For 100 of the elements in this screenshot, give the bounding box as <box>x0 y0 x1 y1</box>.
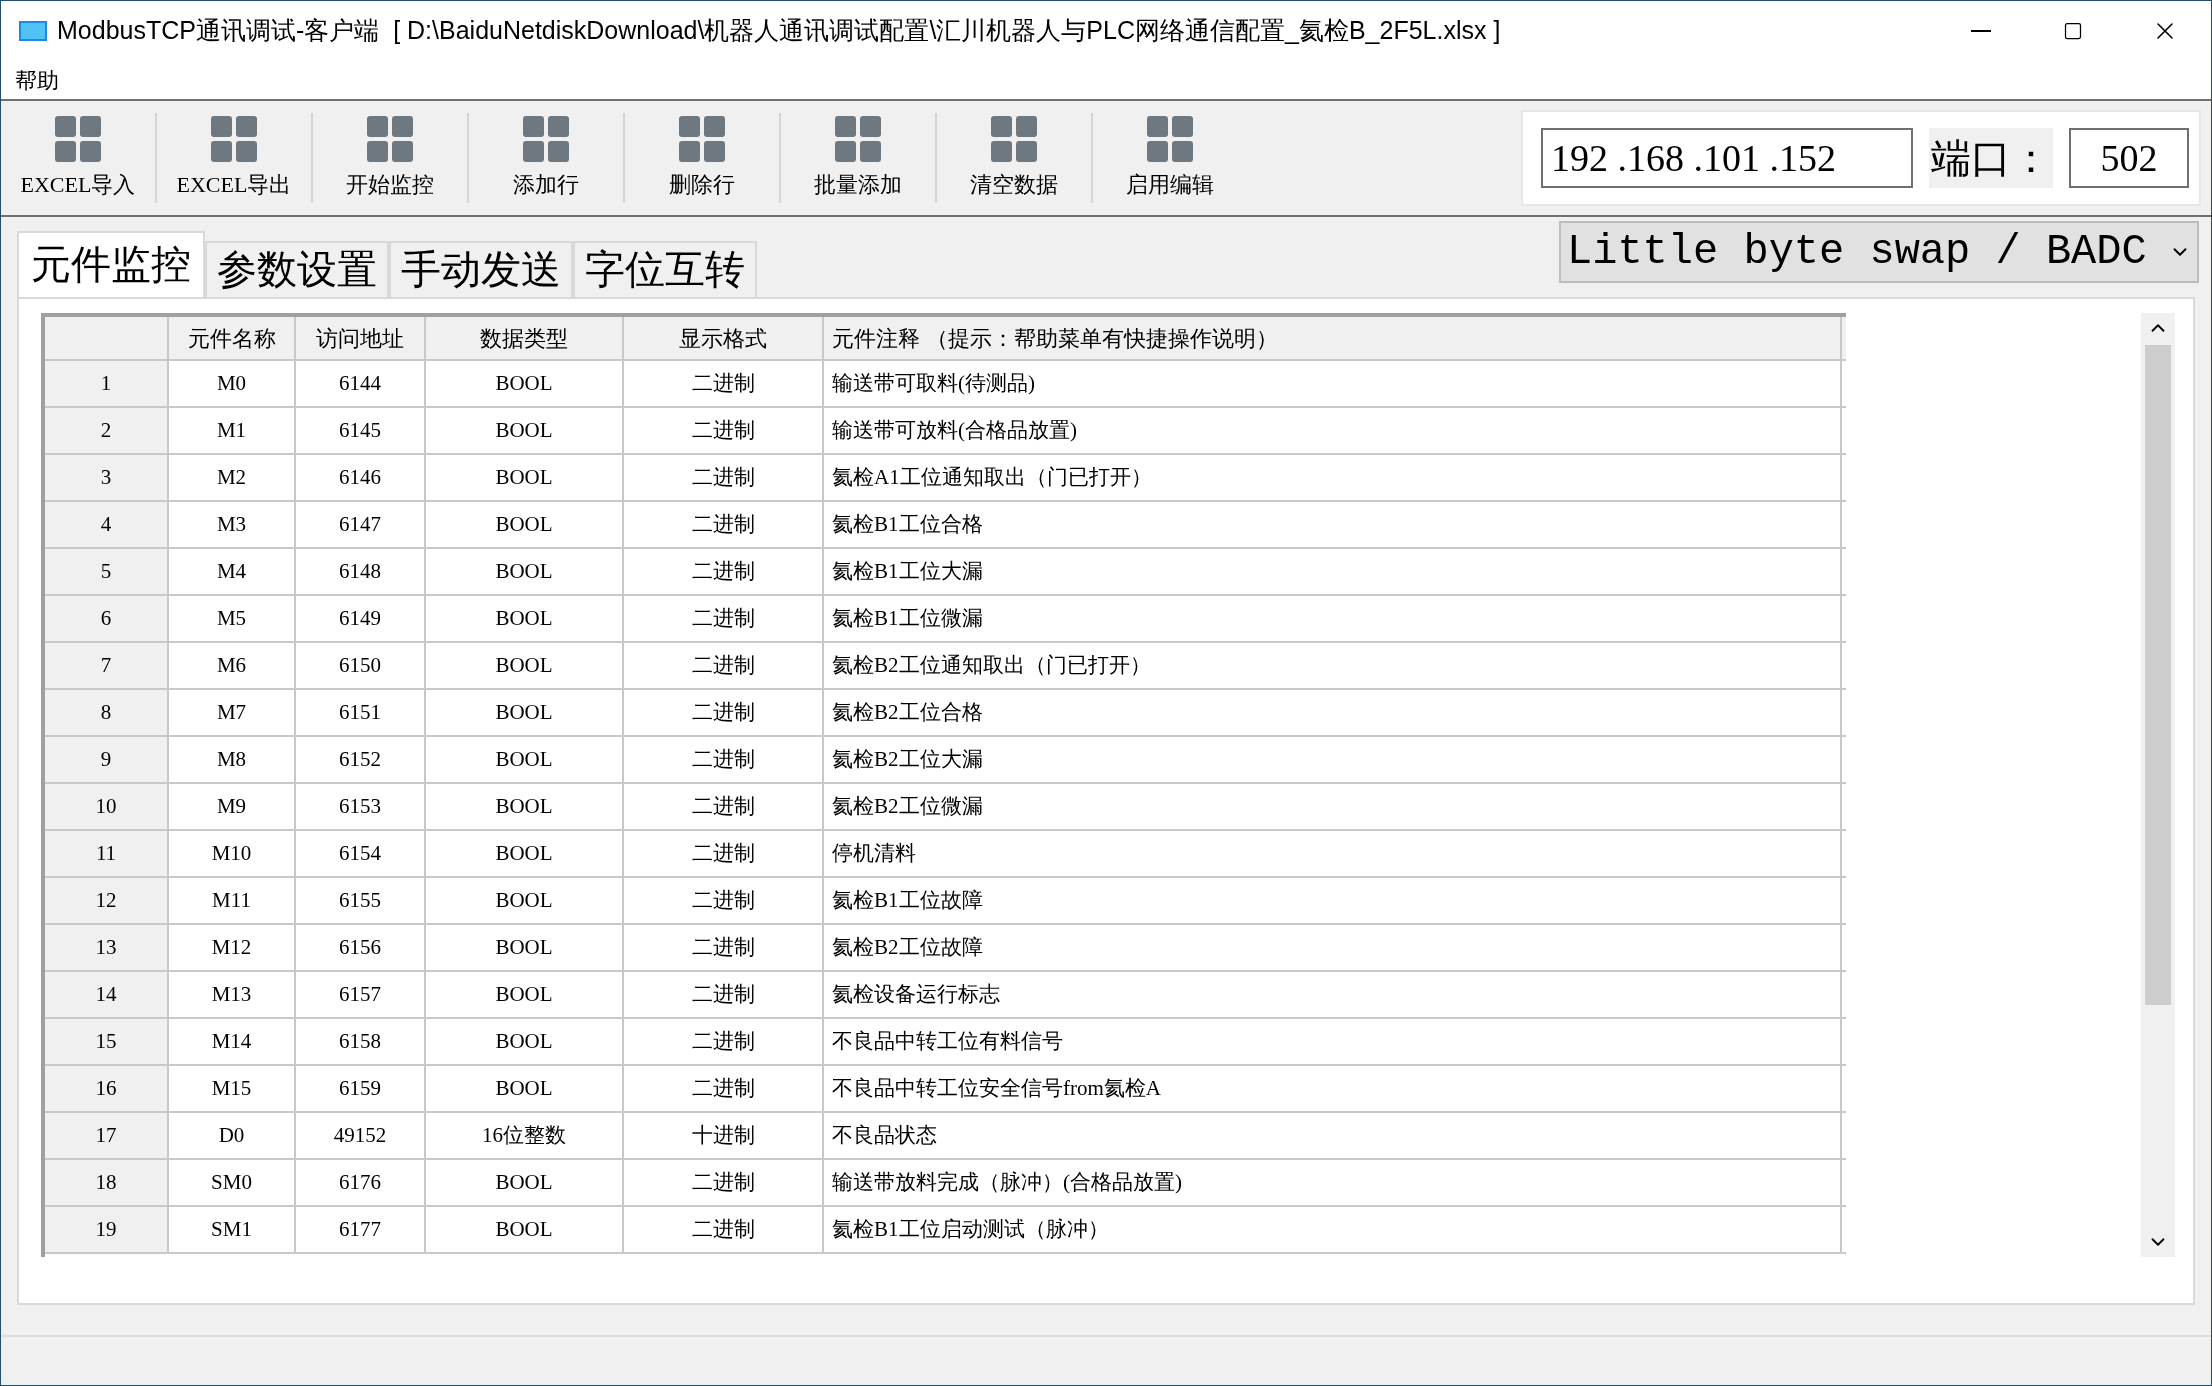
table-cell: 不良品状态 <box>824 1113 1842 1158</box>
toolbar-button[interactable]: 开始监控 <box>317 106 463 210</box>
table-cell: 二进制 <box>624 1019 824 1064</box>
table-cell: 十进制 <box>624 1113 824 1158</box>
table-cell: 氦检B1工位合格 <box>824 502 1842 547</box>
table-cell: 6156 <box>296 925 426 970</box>
table-cell: 6148 <box>296 549 426 594</box>
table-cell: SM0 <box>169 1160 296 1205</box>
table-cell: 6151 <box>296 690 426 735</box>
table-cell: BOOL <box>426 408 624 453</box>
table-cell: 6158 <box>296 1019 426 1064</box>
row-header: 9 <box>45 737 169 782</box>
column-header: 元件注释 （提示：帮助菜单有快捷操作说明） <box>824 317 1842 359</box>
table-cell: BOOL <box>426 784 624 829</box>
table-cell: M8 <box>169 737 296 782</box>
toolbar-button[interactable]: 添加行 <box>473 106 619 210</box>
row-header: 16 <box>45 1066 169 1111</box>
grid-icon <box>991 115 1037 162</box>
grid-icon <box>679 115 725 162</box>
table-cell: 6159 <box>296 1066 426 1111</box>
row-header: 11 <box>45 831 169 876</box>
table-cell: 二进制 <box>624 784 824 829</box>
table-cell: 氦检B1工位大漏 <box>824 549 1842 594</box>
table-cell: 输送带可放料(合格品放置) <box>824 408 1842 453</box>
toolbar-button[interactable]: EXCEL导出 <box>161 106 307 210</box>
table-cell: 氦检B2工位通知取出（门已打开） <box>824 643 1842 688</box>
table-cell: 6157 <box>296 972 426 1017</box>
row-header: 14 <box>45 972 169 1017</box>
table-cell: 二进制 <box>624 643 824 688</box>
row-header: 5 <box>45 549 169 594</box>
table-cell: 6176 <box>296 1160 426 1205</box>
table-cell: 6149 <box>296 596 426 641</box>
row-header: 19 <box>45 1207 169 1252</box>
table-cell: 二进制 <box>624 549 824 594</box>
table-cell: M12 <box>169 925 296 970</box>
table-cell: BOOL <box>426 1207 624 1252</box>
table-cell: 二进制 <box>624 831 824 876</box>
table-cell: M3 <box>169 502 296 547</box>
ip-field[interactable]: 192 .168 .101 .152 <box>1541 128 1913 188</box>
table-cell: M4 <box>169 549 296 594</box>
row-header: 4 <box>45 502 169 547</box>
tab[interactable]: 参数设置 <box>205 241 389 297</box>
column-header: 数据类型 <box>426 317 624 359</box>
toolbar-button[interactable]: 批量添加 <box>785 106 931 210</box>
toolbar-button[interactable]: 删除行 <box>629 106 775 210</box>
table-cell: SM1 <box>169 1207 296 1252</box>
table-cell: 二进制 <box>624 737 824 782</box>
table-cell: BOOL <box>426 1160 624 1205</box>
tab[interactable]: 元件监控 <box>17 231 205 297</box>
table-cell: M0 <box>169 361 296 406</box>
row-header: 18 <box>45 1160 169 1205</box>
table-cell: 6154 <box>296 831 426 876</box>
row-header: 12 <box>45 878 169 923</box>
table-cell: D0 <box>169 1113 296 1158</box>
table-cell: M5 <box>169 596 296 641</box>
menu-item[interactable]: 帮助 <box>15 63 59 97</box>
row-header: 13 <box>45 925 169 970</box>
table-cell: 氦检B1工位微漏 <box>824 596 1842 641</box>
table-cell: 二进制 <box>624 972 824 1017</box>
table-cell: 二进制 <box>624 408 824 453</box>
table-cell: M7 <box>169 690 296 735</box>
maximize-icon <box>2063 21 2083 41</box>
toolbar-button[interactable]: 启用编辑 <box>1097 106 1243 210</box>
table-cell: BOOL <box>426 972 624 1017</box>
table-cell: BOOL <box>426 502 624 547</box>
table-cell: M13 <box>169 972 296 1017</box>
table-cell: M1 <box>169 408 296 453</box>
table-cell: BOOL <box>426 361 624 406</box>
row-header: 15 <box>45 1019 169 1064</box>
scrollbar-thumb[interactable] <box>2145 345 2171 1005</box>
table-cell: BOOL <box>426 596 624 641</box>
table-cell: BOOL <box>426 690 624 735</box>
tab[interactable]: 字位互转 <box>573 241 757 297</box>
table-cell: 6153 <box>296 784 426 829</box>
port-field[interactable]: 502 <box>2069 128 2189 188</box>
byte-order-dropdown[interactable]: Little byte swap / BADC <box>1559 221 2199 283</box>
table-cell: 二进制 <box>624 878 824 923</box>
table-cell: 二进制 <box>624 1160 824 1205</box>
table-cell: 输送带可取料(待测品) <box>824 361 1842 406</box>
table-cell: 6144 <box>296 361 426 406</box>
row-header: 1 <box>45 361 169 406</box>
table-cell: 氦检设备运行标志 <box>824 972 1842 1017</box>
row-header: 8 <box>45 690 169 735</box>
grid-icon <box>367 115 413 162</box>
table-cell: 二进制 <box>624 925 824 970</box>
table-cell: M6 <box>169 643 296 688</box>
table-cell: 氦检B1工位故障 <box>824 878 1842 923</box>
table-cell: 二进制 <box>624 1207 824 1252</box>
table-cell: 6150 <box>296 643 426 688</box>
table-cell: BOOL <box>426 878 624 923</box>
table-cell: M10 <box>169 831 296 876</box>
table-cell: 停机清料 <box>824 831 1842 876</box>
toolbar-button[interactable]: EXCEL导入 <box>5 106 151 210</box>
table-cell: 6147 <box>296 502 426 547</box>
table-cell: 氦检B1工位启动测试（脉冲） <box>824 1207 1842 1252</box>
table-cell: M11 <box>169 878 296 923</box>
toolbar-button[interactable]: 清空数据 <box>941 106 1087 210</box>
tab[interactable]: 手动发送 <box>389 241 573 297</box>
table-cell: BOOL <box>426 455 624 500</box>
table-cell: BOOL <box>426 737 624 782</box>
